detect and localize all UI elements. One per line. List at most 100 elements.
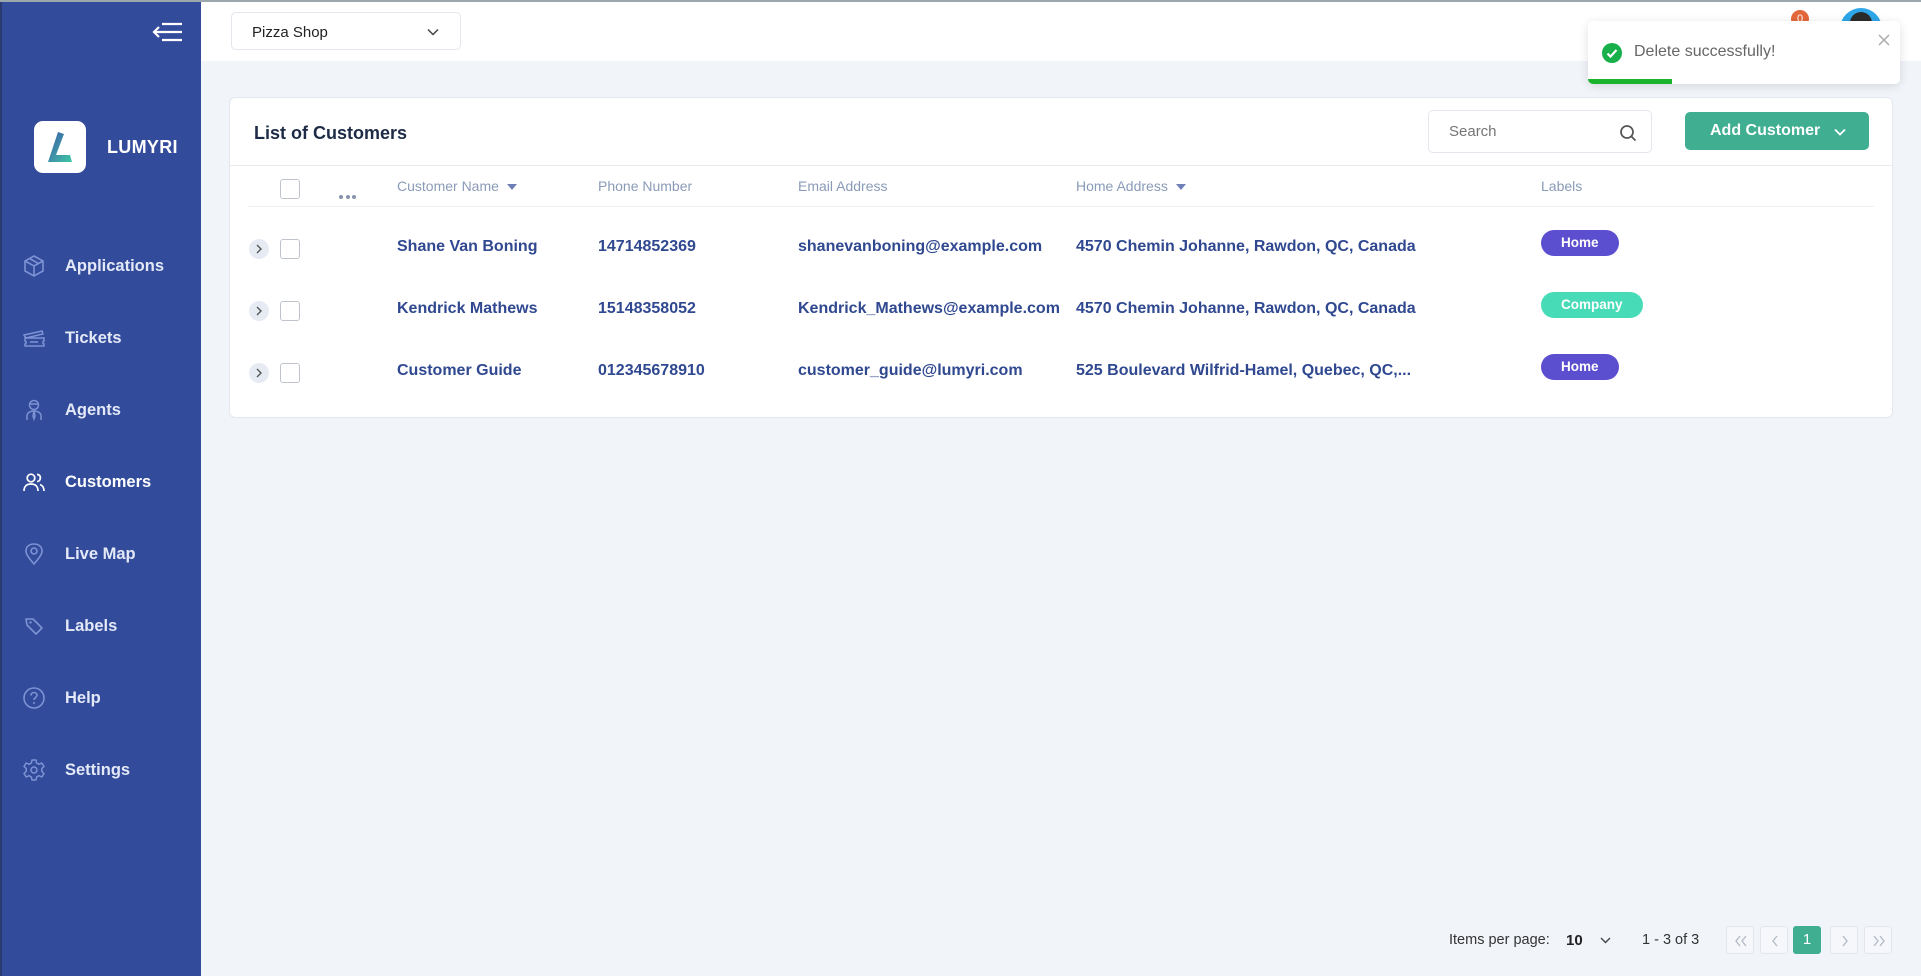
- customers-card: List of Customers Add Customer Customer …: [229, 97, 1893, 418]
- column-header-label: Home Address: [1076, 178, 1168, 194]
- items-per-page-value: 10: [1566, 932, 1583, 949]
- add-customer-label: Add Customer: [1710, 122, 1821, 139]
- table-row: Shane Van Boning 14714852369 shanevanbon…: [230, 207, 1892, 269]
- expand-row-button[interactable]: [249, 239, 269, 259]
- toast-progress-bar: [1588, 79, 1673, 84]
- add-customer-button[interactable]: Add Customer: [1685, 112, 1869, 150]
- items-per-page-select[interactable]: 10: [1566, 928, 1620, 952]
- toast-notification: Delete successfully!: [1588, 21, 1900, 84]
- expand-row-button[interactable]: [249, 363, 269, 383]
- sidebar-item-label: Labels: [65, 616, 118, 635]
- column-header-label: Email Address: [798, 178, 888, 194]
- select-all-checkbox[interactable]: [280, 179, 300, 199]
- customer-email: Kendrick_Mathews@example.com: [798, 300, 1060, 317]
- sort-desc-icon: [506, 184, 517, 191]
- search-box: [1428, 110, 1652, 153]
- sidebar-item-label: Live Map: [65, 544, 136, 563]
- sidebar-item-tickets[interactable]: Tickets: [2, 313, 201, 363]
- gear-icon: [23, 759, 45, 781]
- column-header-label: Phone Number: [598, 178, 693, 194]
- sidebar: LUMYRI Applications Tickets Agents Custo…: [0, 0, 201, 976]
- sidebar-item-live-map[interactable]: Live Map: [2, 529, 201, 579]
- column-header-label: Customer Name: [397, 178, 499, 194]
- search-icon[interactable]: [1619, 124, 1637, 142]
- search-input[interactable]: [1449, 123, 1609, 140]
- last-page-button[interactable]: [1864, 926, 1892, 954]
- pagination-range: 1 - 3 of 3: [1642, 932, 1700, 948]
- box-icon: [24, 255, 44, 277]
- row-checkbox[interactable]: [280, 239, 300, 259]
- map-pin-icon: [25, 543, 43, 566]
- sort-desc-icon: [1175, 184, 1186, 191]
- chevron-right-icon: [1842, 935, 1848, 947]
- customer-email: shanevanboning@example.com: [798, 238, 1043, 255]
- app-logo[interactable]: [34, 121, 86, 173]
- items-per-page-label: Items per page:: [1449, 932, 1550, 948]
- logo-icon: [48, 132, 72, 162]
- menu-collapse-icon: [152, 22, 182, 42]
- customer-address: 525 Boulevard Wilfrid-Hamel, Quebec, QC,…: [1076, 362, 1412, 379]
- customer-email: customer_guide@lumyri.com: [798, 362, 1023, 379]
- agent-icon: [26, 399, 42, 422]
- chevron-right-icon: [256, 368, 262, 378]
- column-header-address[interactable]: Home Address: [1076, 178, 1186, 194]
- table-row: Kendrick Mathews 15148358052 Kendrick_Ma…: [230, 269, 1892, 331]
- customer-name[interactable]: Customer Guide: [397, 362, 521, 380]
- sidebar-item-applications[interactable]: Applications: [2, 241, 201, 291]
- column-header-name[interactable]: Customer Name: [397, 178, 517, 194]
- card-divider: [230, 165, 1892, 166]
- first-page-button[interactable]: [1726, 926, 1754, 954]
- row-checkbox[interactable]: [280, 363, 300, 383]
- sidebar-item-label: Settings: [65, 760, 131, 779]
- column-header-label: Labels: [1541, 178, 1583, 194]
- page-button-current[interactable]: 1: [1793, 926, 1821, 954]
- sidebar-item-settings[interactable]: Settings: [2, 745, 201, 795]
- chevron-right-icon: [256, 306, 262, 316]
- table-row: Customer Guide 012345678910 customer_gui…: [230, 331, 1892, 393]
- chevron-right-icon: [256, 244, 262, 254]
- chevron-left-icon: [1772, 935, 1778, 947]
- toast-message: Delete successfully!: [1634, 43, 1776, 60]
- customer-phone: 012345678910: [598, 362, 705, 379]
- more-options-button[interactable]: [339, 186, 359, 204]
- tag-icon: [25, 618, 43, 635]
- sidebar-item-label: Help: [65, 688, 101, 707]
- shop-select[interactable]: Pizza Shop: [231, 12, 461, 50]
- help-icon: [23, 687, 45, 709]
- shop-select-value: Pizza Shop: [252, 24, 328, 41]
- sidebar-item-help[interactable]: Help: [2, 673, 201, 723]
- chevrons-right-icon: [1873, 935, 1885, 947]
- users-icon: [23, 473, 45, 492]
- toast-close-button[interactable]: [1876, 33, 1892, 49]
- card-title: List of Customers: [254, 123, 408, 143]
- label-badge: Company: [1541, 292, 1643, 318]
- column-header-labels: Labels: [1541, 178, 1582, 194]
- chevron-down-icon: [427, 28, 439, 36]
- close-icon: [1878, 34, 1890, 46]
- collapse-menu-button[interactable]: [150, 20, 184, 46]
- sidebar-item-label: Customers: [65, 472, 152, 491]
- previous-page-button[interactable]: [1760, 926, 1788, 954]
- next-page-button[interactable]: [1830, 926, 1858, 954]
- sidebar-item-customers[interactable]: Customers: [2, 457, 201, 507]
- customer-phone: 15148358052: [598, 300, 696, 317]
- customer-address: 4570 Chemin Johanne, Rawdon, QC, Canada: [1076, 300, 1416, 317]
- customer-phone: 14714852369: [598, 238, 696, 255]
- sidebar-item-labels[interactable]: Labels: [2, 601, 201, 651]
- row-checkbox[interactable]: [280, 301, 300, 321]
- window-top-border: [0, 0, 1921, 2]
- sidebar-item-agents[interactable]: Agents: [2, 385, 201, 435]
- ticket-icon: [22, 330, 45, 347]
- column-header-phone: Phone Number: [598, 178, 692, 194]
- chevron-down-icon: [1834, 128, 1846, 136]
- label-badge: Home: [1541, 230, 1619, 256]
- customer-address: 4570 Chemin Johanne, Rawdon, QC, Canada: [1076, 238, 1416, 255]
- customer-name[interactable]: Kendrick Mathews: [397, 300, 537, 318]
- sidebar-item-label: Applications: [65, 256, 165, 275]
- brand-name: LUMYRI: [107, 137, 178, 157]
- expand-row-button[interactable]: [249, 301, 269, 321]
- customer-name[interactable]: Shane Van Boning: [397, 238, 537, 256]
- sidebar-item-label: Agents: [65, 400, 121, 419]
- success-check-icon: [1602, 43, 1622, 63]
- sidebar-item-label: Tickets: [65, 328, 122, 347]
